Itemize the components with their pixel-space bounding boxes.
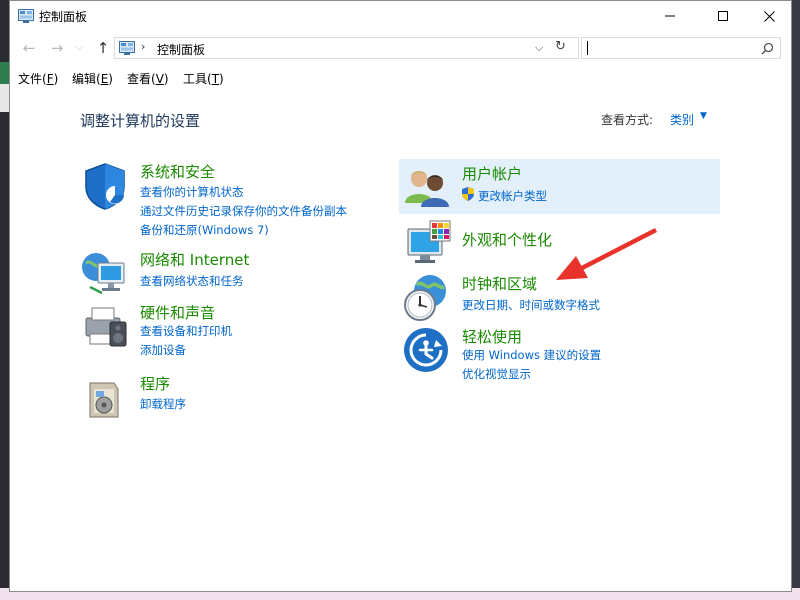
page-title: 调整计算机的设置 bbox=[80, 112, 201, 130]
link-change-account-type[interactable]: 更改帐户类型 bbox=[478, 188, 547, 204]
category-title[interactable]: 时钟和区域 bbox=[462, 273, 537, 294]
category-title[interactable]: 硬件和声音 bbox=[140, 302, 215, 323]
title-bar[interactable]: 控制面板 bbox=[10, 1, 791, 31]
main-content: 调整计算机的设置 查看方式: 类别 ▼ 系统和安全 查看你的计算机状态 通过文件… bbox=[10, 91, 791, 591]
view-by-dropdown[interactable]: 类别 bbox=[670, 111, 694, 128]
desktop-right-strip bbox=[792, 0, 800, 600]
window-title: 控制面板 bbox=[39, 10, 88, 24]
maximize-button[interactable] bbox=[700, 1, 746, 31]
up-button[interactable]: ↑ bbox=[94, 38, 112, 58]
back-button[interactable]: ← bbox=[20, 38, 38, 58]
breadcrumb-separator[interactable]: › bbox=[141, 40, 145, 53]
address-bar[interactable]: › 控制面板 ⌵ ↻ bbox=[114, 37, 579, 59]
uac-shield-icon bbox=[462, 187, 474, 201]
category-title[interactable]: 网络和 Internet bbox=[140, 249, 249, 270]
navigation-bar: ← → ⌵ ↑ › 控制面板 ⌵ ↻ bbox=[10, 34, 791, 62]
clock-globe-icon bbox=[404, 275, 446, 321]
close-icon bbox=[763, 10, 775, 22]
network-globe-icon bbox=[82, 253, 125, 295]
category-title[interactable]: 外观和个性化 bbox=[462, 229, 552, 250]
view-by-label: 查看方式: bbox=[601, 113, 654, 127]
text-cursor bbox=[587, 41, 588, 55]
desktop-left-strip bbox=[0, 0, 9, 600]
address-dropdown-button[interactable]: ⌵ bbox=[535, 41, 543, 55]
link-uninstall-program[interactable]: 卸载程序 bbox=[140, 396, 186, 412]
category-title[interactable]: 用户帐户 bbox=[462, 163, 522, 184]
desktop-icon-fragment bbox=[0, 62, 9, 84]
menu-tools[interactable]: 工具(T) bbox=[183, 70, 224, 87]
menu-file[interactable]: 文件(F) bbox=[18, 70, 58, 87]
appearance-monitor-icon bbox=[407, 220, 451, 263]
link-windows-recommended-settings[interactable]: 使用 Windows 建议的设置 bbox=[462, 347, 601, 363]
minimize-icon bbox=[665, 15, 675, 17]
link-date-time-number-format[interactable]: 更改日期、时间或数字格式 bbox=[462, 297, 600, 313]
users-icon bbox=[405, 171, 449, 207]
menu-bar: 文件(F) 编辑(E) 查看(V) 工具(T) bbox=[10, 67, 791, 89]
search-input[interactable] bbox=[581, 37, 781, 59]
link-file-history-backup[interactable]: 通过文件历史记录保存你的文件备份副本 bbox=[140, 203, 347, 219]
breadcrumb-control-panel[interactable]: 控制面板 bbox=[157, 41, 205, 58]
link-optimize-visual-display[interactable]: 优化视觉显示 bbox=[462, 366, 531, 382]
recent-locations-dropdown[interactable]: ⌵ bbox=[70, 38, 88, 58]
forward-button[interactable]: → bbox=[48, 38, 66, 58]
minimize-button[interactable] bbox=[647, 1, 693, 31]
maximize-icon bbox=[718, 11, 728, 21]
link-backup-restore[interactable]: 备份和还原(Windows 7) bbox=[140, 222, 269, 238]
link-add-device[interactable]: 添加设备 bbox=[140, 342, 186, 358]
refresh-button[interactable]: ↻ bbox=[555, 39, 566, 54]
shield-icon bbox=[85, 163, 125, 210]
ease-of-access-icon bbox=[404, 328, 448, 372]
menu-view[interactable]: 查看(V) bbox=[127, 70, 169, 87]
printer-icon bbox=[85, 307, 127, 347]
link-devices-printers[interactable]: 查看设备和打印机 bbox=[140, 323, 232, 339]
link-network-status[interactable]: 查看网络状态和任务 bbox=[140, 273, 244, 289]
control-panel-icon bbox=[18, 9, 34, 23]
close-button[interactable] bbox=[746, 1, 792, 31]
desktop-icon-fragment bbox=[0, 84, 9, 112]
category-title[interactable]: 系统和安全 bbox=[140, 161, 215, 182]
menu-edit[interactable]: 编辑(E) bbox=[72, 70, 113, 87]
category-title[interactable]: 程序 bbox=[140, 373, 170, 394]
programs-icon bbox=[89, 382, 119, 418]
chevron-down-icon[interactable]: ▼ bbox=[700, 111, 707, 121]
category-title[interactable]: 轻松使用 bbox=[462, 326, 522, 347]
control-panel-icon bbox=[119, 41, 135, 55]
control-panel-window: 控制面板 ← → ⌵ ↑ › 控制面板 ⌵ ↻ 文件(F) 编辑(E) 查看(V… bbox=[9, 0, 792, 592]
link-view-computer-status[interactable]: 查看你的计算机状态 bbox=[140, 184, 244, 200]
search-icon[interactable] bbox=[761, 42, 774, 55]
